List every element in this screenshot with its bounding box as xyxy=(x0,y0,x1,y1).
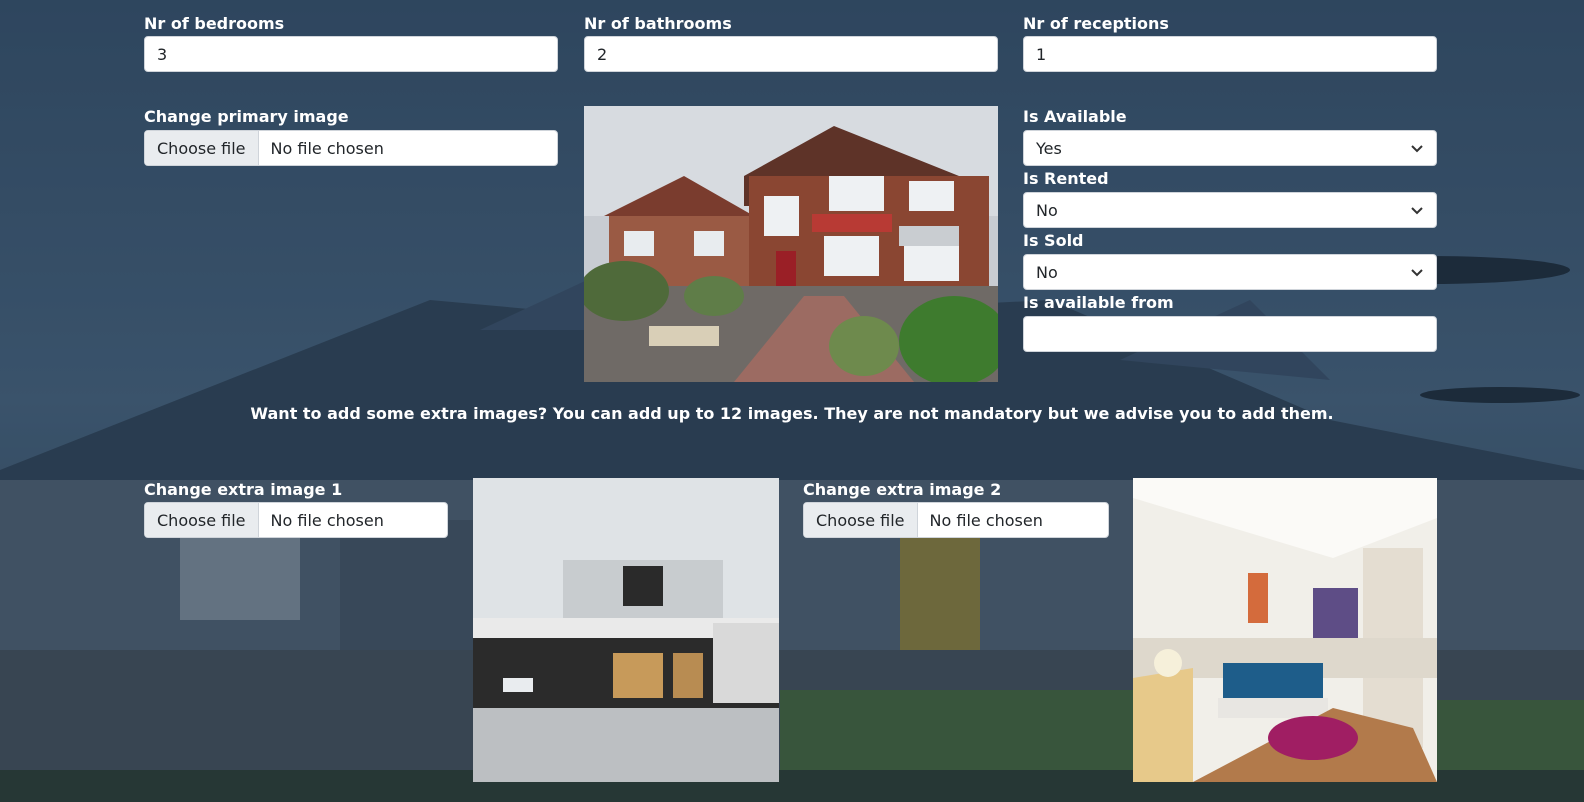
is-sold-label: Is Sold xyxy=(1023,231,1084,250)
is-rented-label: Is Rented xyxy=(1023,169,1109,188)
receptions-label: Nr of receptions xyxy=(1023,14,1169,33)
choose-file-button[interactable]: Choose file xyxy=(145,131,259,165)
bathrooms-label: Nr of bathrooms xyxy=(584,14,732,33)
is-available-label: Is Available xyxy=(1023,107,1127,126)
available-from-input[interactable] xyxy=(1023,316,1437,352)
extra-image-2-preview xyxy=(1133,478,1437,782)
bedrooms-input[interactable] xyxy=(144,36,558,72)
choose-file-button[interactable]: Choose file xyxy=(145,503,259,537)
is-rented-value: No xyxy=(1036,200,1058,220)
chevron-down-icon xyxy=(1411,269,1423,277)
bathrooms-input[interactable] xyxy=(584,36,998,72)
file-status-text: No file chosen xyxy=(270,138,384,158)
file-status-text: No file chosen xyxy=(270,510,384,530)
primary-image-label: Change primary image xyxy=(144,107,349,126)
available-from-label: Is available from xyxy=(1023,293,1174,312)
bedrooms-label: Nr of bedrooms xyxy=(144,14,285,33)
is-sold-value: No xyxy=(1036,262,1058,282)
primary-image-preview xyxy=(584,106,998,382)
is-available-select[interactable]: Yes xyxy=(1023,130,1437,166)
is-rented-select[interactable]: No xyxy=(1023,192,1437,228)
choose-file-button[interactable]: Choose file xyxy=(804,503,918,537)
is-sold-select[interactable]: No xyxy=(1023,254,1437,290)
primary-image-file-input[interactable]: Choose file No file chosen xyxy=(144,130,558,166)
chevron-down-icon xyxy=(1411,145,1423,153)
receptions-input-field[interactable] xyxy=(1024,37,1436,71)
available-from-input-field[interactable] xyxy=(1024,317,1436,351)
extra-image-2-label: Change extra image 2 xyxy=(803,480,1002,499)
file-status-text: No file chosen xyxy=(929,510,1043,530)
extra-image-1-label: Change extra image 1 xyxy=(144,480,343,499)
extra-image-1-file-input[interactable]: Choose file No file chosen xyxy=(144,502,448,538)
chevron-down-icon xyxy=(1411,207,1423,215)
extra-image-1-preview xyxy=(473,478,779,782)
bedrooms-input-field[interactable] xyxy=(145,37,557,71)
extra-image-2-file-input[interactable]: Choose file No file chosen xyxy=(803,502,1109,538)
extra-images-note: Want to add some extra images? You can a… xyxy=(250,404,1334,423)
receptions-input[interactable] xyxy=(1023,36,1437,72)
bathrooms-input-field[interactable] xyxy=(585,37,997,71)
is-available-value: Yes xyxy=(1036,138,1062,158)
